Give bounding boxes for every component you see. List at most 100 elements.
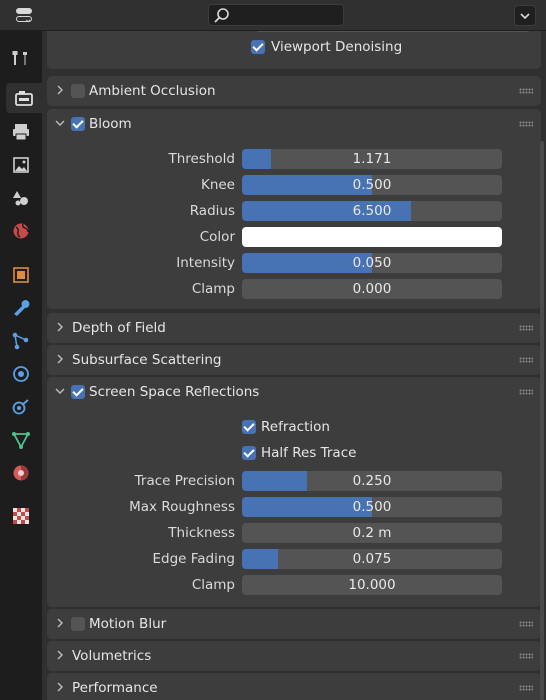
tab-world[interactable] <box>4 216 38 246</box>
volumetrics-header[interactable]: Volumetrics <box>47 641 541 671</box>
tab-texture[interactable] <box>4 501 38 531</box>
bloom-color-swatch[interactable] <box>242 227 502 247</box>
ambient-occlusion-header[interactable]: Ambient Occlusion <box>47 76 541 106</box>
tab-constraints[interactable] <box>4 392 38 422</box>
tab-material[interactable] <box>4 458 38 488</box>
drag-handle-icon[interactable] <box>519 621 533 627</box>
tab-output[interactable] <box>4 117 38 147</box>
ssr-header[interactable]: Screen Space Reflections <box>47 377 541 407</box>
performance-panel: Performance <box>47 673 541 700</box>
panel-title: Performance <box>72 680 158 696</box>
refraction-checkbox[interactable] <box>242 420 256 434</box>
knee-slider[interactable]: 0.500 <box>242 175 502 195</box>
panel-title: Depth of Field <box>72 320 166 336</box>
tab-render[interactable] <box>6 83 42 113</box>
chevron-down-icon <box>55 120 65 126</box>
chevron-right-icon <box>57 650 63 660</box>
sampling-panel-tail: Viewport Denoising <box>47 31 541 69</box>
clamp-label: Clamp <box>191 281 235 297</box>
chevron-right-icon <box>57 682 63 692</box>
depth-of-field-header[interactable]: Depth of Field <box>47 313 541 343</box>
screen-space-reflections-panel: Screen Space Reflections Refraction Half… <box>47 377 541 607</box>
viewport-denoising-checkbox[interactable] <box>251 40 265 54</box>
chevron-down-icon: ⌄ <box>24 14 33 25</box>
radius-slider[interactable]: 6.500 <box>242 201 502 221</box>
max-roughness-slider[interactable]: 0.500 <box>242 497 502 517</box>
tool-icon <box>12 51 27 65</box>
radius-label: Radius <box>189 203 235 219</box>
panel-title: Subsurface Scattering <box>72 352 222 368</box>
chevron-down-icon <box>55 388 65 394</box>
panel-title: Bloom <box>89 116 132 132</box>
tab-modifiers[interactable] <box>4 293 38 323</box>
ambient-occlusion-checkbox[interactable] <box>71 84 85 98</box>
intensity-slider[interactable]: 0.050 <box>242 253 502 273</box>
threshold-slider[interactable]: 1.171 <box>242 149 502 169</box>
tab-data[interactable] <box>4 425 38 455</box>
motion-blur-header[interactable]: Motion Blur <box>47 609 541 639</box>
panel-title: Volumetrics <box>72 648 152 664</box>
subsurface-scattering-panel: Subsurface Scattering <box>47 345 541 375</box>
tab-tool[interactable] <box>4 43 38 73</box>
thickness-field[interactable]: 0.2 m <box>242 523 502 543</box>
bloom-header[interactable]: Bloom <box>47 109 541 139</box>
image-icon <box>13 157 29 173</box>
tab-object[interactable] <box>4 260 38 290</box>
drag-handle-icon[interactable] <box>519 325 533 331</box>
search-icon <box>214 8 229 23</box>
motion-blur-checkbox[interactable] <box>71 617 85 631</box>
performance-header[interactable]: Performance <box>47 673 541 700</box>
bloom-checkbox[interactable] <box>71 117 85 131</box>
wrench-icon <box>14 300 30 316</box>
editor-type-button[interactable]: ⌄ <box>14 5 48 25</box>
ssr-checkbox[interactable] <box>71 385 85 399</box>
constraints-icon <box>12 399 29 415</box>
drag-handle-icon[interactable] <box>519 653 533 659</box>
properties-tab-bar <box>0 31 42 700</box>
trace-precision-label: Trace Precision <box>134 473 235 489</box>
threshold-label: Threshold <box>168 151 235 167</box>
color-label: Color <box>199 229 235 245</box>
chevron-right-icon <box>57 322 63 332</box>
printer-icon <box>13 124 29 141</box>
drag-handle-icon[interactable] <box>519 389 533 395</box>
drag-handle-icon[interactable] <box>519 88 533 94</box>
panel-title: Motion Blur <box>89 616 167 632</box>
properties-header: ⌄ <box>0 0 546 31</box>
world-icon <box>13 223 29 239</box>
drag-handle-icon[interactable] <box>519 357 533 363</box>
search-input[interactable] <box>208 4 344 26</box>
half-res-trace-checkbox[interactable] <box>242 446 256 460</box>
edge-fading-slider[interactable]: 0.075 <box>242 549 502 569</box>
tab-scene[interactable] <box>4 183 38 213</box>
chevron-right-icon <box>57 354 63 364</box>
ambient-occlusion-panel: Ambient Occlusion <box>47 76 541 106</box>
chevron-right-icon <box>57 85 63 95</box>
render-camera-icon <box>15 91 33 106</box>
slider-bottom-edge <box>257 31 529 32</box>
half-res-trace-label: Half Res Trace <box>261 445 357 461</box>
motion-blur-panel: Motion Blur <box>47 609 541 639</box>
texture-checker-icon <box>13 508 29 524</box>
options-dropdown-button[interactable] <box>514 5 536 26</box>
viewport-denoising-label: Viewport Denoising <box>271 39 403 55</box>
ssr-clamp-field[interactable]: 10.000 <box>242 575 502 595</box>
drag-handle-icon[interactable] <box>519 121 533 127</box>
thickness-label: Thickness <box>168 525 235 541</box>
intensity-label: Intensity <box>176 255 235 271</box>
chevron-right-icon <box>57 618 63 628</box>
tab-physics[interactable] <box>4 359 38 389</box>
physics-icon <box>13 366 29 382</box>
knee-label: Knee <box>200 177 235 193</box>
bloom-clamp-field[interactable]: 0.000 <box>242 279 502 299</box>
scrollbar[interactable] <box>540 141 544 700</box>
object-icon <box>13 267 29 283</box>
drag-handle-icon[interactable] <box>519 685 533 691</box>
subsurface-scattering-header[interactable]: Subsurface Scattering <box>47 345 541 375</box>
refraction-label: Refraction <box>261 419 330 435</box>
trace-precision-slider[interactable]: 0.250 <box>242 471 502 491</box>
tab-view-layer[interactable] <box>4 150 38 180</box>
tab-particles[interactable] <box>4 326 38 356</box>
properties-main-area: Viewport Denoising Ambient Occlusion Blo… <box>42 31 546 700</box>
bloom-panel: Bloom Threshold 1.171 Knee 0.500 Radius … <box>47 109 541 309</box>
